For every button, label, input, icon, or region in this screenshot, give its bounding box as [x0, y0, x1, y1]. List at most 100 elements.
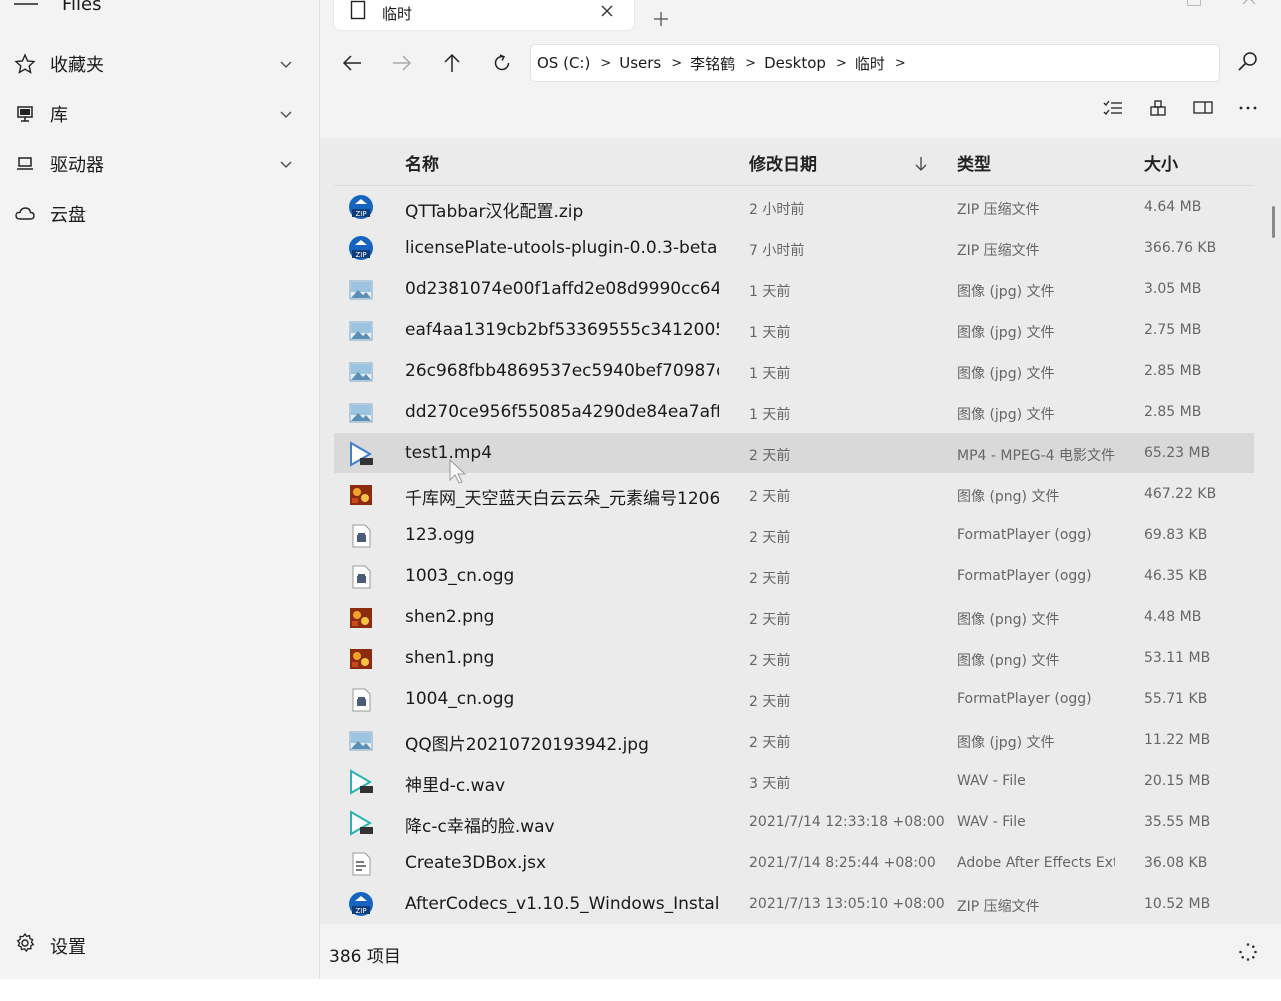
file-video-icon — [348, 441, 374, 467]
file-type: ZIP 压缩文件 — [957, 202, 1040, 218]
breadcrumb-item[interactable]: 李铭鹤 — [684, 53, 735, 74]
app-title: Files — [62, 0, 102, 15]
file-row[interactable]: Create3DBox.jsx 2021/7/14 8:25:44 +08:00 A… — [334, 843, 1254, 883]
file-size: 65.23 MB — [1144, 445, 1211, 461]
chevron-right-icon[interactable]: > — [661, 56, 684, 71]
hamburger-menu-icon[interactable] — [14, 0, 38, 10]
file-size: 467.22 KB — [1144, 486, 1217, 502]
file-name: 千库网_天空蓝天白云云朵_元素编号1206 — [405, 489, 719, 509]
file-type: 图像 (png) 文件 — [957, 612, 1060, 628]
sidebar-item-favorites[interactable]: 收藏夹 — [0, 42, 319, 86]
settings-label[interactable]: 设置 — [50, 933, 86, 959]
file-name: dd270ce956f55085a4290de84ea7aff4a98 — [405, 402, 719, 422]
file-size: 10.52 MB — [1144, 896, 1211, 912]
tab-current[interactable]: 临时 — [334, 0, 634, 30]
file-date: 1 天前 — [749, 284, 791, 300]
up-button[interactable] — [437, 48, 467, 78]
address-bar[interactable]: OS (C:) > Users > 李铭鹤 > Desktop > 临时 > — [530, 44, 1220, 82]
breadcrumb-item[interactable]: Users — [613, 54, 661, 72]
file-row[interactable]: 0d2381074e00f1affd2e08d9990cc64b053 1 天前 图… — [334, 269, 1254, 309]
maximize-icon[interactable] — [1187, 0, 1201, 6]
file-size: 46.35 KB — [1144, 568, 1208, 584]
close-tab-icon[interactable] — [600, 4, 614, 18]
file-row[interactable]: ZIP licensePlate-utools-plugin-0.0.3-beta… — [334, 228, 1254, 268]
file-date: 2 天前 — [749, 571, 791, 587]
multiselect-button[interactable] — [1101, 96, 1125, 120]
breadcrumb-item[interactable]: 临时 — [849, 53, 885, 74]
chevron-down-icon[interactable] — [278, 156, 294, 172]
file-size: 4.64 MB — [1144, 199, 1202, 215]
sidebar-item-label: 库 — [50, 105, 68, 126]
file-row[interactable]: 26c968fbb4869537ec5940bef70987d488 1 天前 图像… — [334, 351, 1254, 391]
file-type: ZIP 压缩文件 — [957, 243, 1040, 259]
file-row[interactable]: ZIP QTTabbar汉化配置.zip 2 小时前 ZIP 压缩文件 4.64 MB — [334, 187, 1254, 227]
file-row[interactable]: shen1.png 2 天前 图像 (png) 文件 53.11 MB — [334, 638, 1254, 678]
refresh-button[interactable] — [487, 48, 517, 78]
breadcrumb-item[interactable]: OS (C:) — [531, 54, 590, 72]
gear-icon[interactable] — [14, 932, 36, 954]
back-button[interactable] — [337, 48, 367, 78]
sidebar-item-drives[interactable]: 驱动器 — [0, 142, 319, 186]
tab-label: 临时 — [382, 5, 413, 23]
column-header-date[interactable]: 修改日期 — [749, 150, 817, 175]
main-pane: 临时 OS (C:) > Users > 李铭鹤 > Desktop > 临时 > 名称 … — [320, 0, 1281, 979]
sidebar-item-libraries[interactable]: 库 — [0, 92, 319, 136]
add-tab-icon[interactable] — [652, 10, 670, 28]
monitor-icon — [14, 103, 36, 125]
file-date: 2 天前 — [749, 735, 791, 751]
window-close-icon[interactable] — [1242, 0, 1256, 6]
svg-text:ZIP: ZIP — [355, 251, 366, 259]
column-header-type[interactable]: 类型 — [957, 150, 991, 175]
file-type: ZIP 压缩文件 — [957, 899, 1040, 915]
more-icon — [1239, 106, 1257, 110]
file-row[interactable]: eaf4aa1319cb2bf53369555c3412005096f 1 天前 图… — [334, 310, 1254, 350]
chevron-right-icon[interactable]: > — [885, 56, 908, 71]
svg-text:ZIP: ZIP — [355, 210, 366, 218]
file-row[interactable]: 降c-c幸福的脸.wav 2021/7/14 12:33:18 +08:00 WAV… — [334, 802, 1254, 842]
file-image-icon — [348, 277, 374, 303]
chevron-down-icon[interactable] — [278, 56, 294, 72]
sidebar-item-label: 云盘 — [50, 205, 86, 226]
forward-button[interactable] — [387, 48, 417, 78]
file-row[interactable]: ZIP AfterCodecs_v1.10.5_Windows_Installer… — [334, 884, 1254, 924]
sort-descending-icon[interactable] — [914, 156, 928, 172]
file-date: 1 天前 — [749, 407, 791, 423]
file-row[interactable]: 神里d-c.wav 3 天前 WAV - File 20.15 MB — [334, 761, 1254, 801]
chevron-right-icon[interactable]: > — [590, 56, 613, 71]
sidebar-item-label: 收藏夹 — [50, 55, 104, 76]
layout-button[interactable] — [1146, 96, 1170, 120]
file-ogg-icon — [348, 564, 374, 590]
more-options-button[interactable] — [1236, 96, 1260, 120]
file-date: 1 天前 — [749, 366, 791, 382]
file-row[interactable]: 1003_cn.ogg 2 天前 FormatPlayer (ogg) 46.35 K… — [334, 556, 1254, 596]
column-header-name[interactable]: 名称 — [405, 150, 439, 175]
sidebar: Files 收藏夹 库 驱动器 云盘 设置 — [0, 0, 320, 979]
file-row[interactable]: 千库网_天空蓝天白云云朵_元素编号1206 2 天前 图像 (png) 文件 467.… — [334, 474, 1254, 514]
file-ogg-icon — [348, 523, 374, 549]
file-row[interactable]: dd270ce956f55085a4290de84ea7aff4a98 1 天前 图… — [334, 392, 1254, 432]
file-row[interactable]: 123.ogg 2 天前 FormatPlayer (ogg) 69.83 KB — [334, 515, 1254, 555]
column-header-size[interactable]: 大小 — [1144, 150, 1178, 175]
file-row[interactable]: test1.mp4 2 天前 MP4 - MPEG-4 电影文件 65.23 MB — [334, 433, 1254, 473]
scrollbar-thumb[interactable] — [1272, 206, 1275, 238]
arrow-right-icon — [393, 55, 412, 71]
chevron-right-icon[interactable]: > — [735, 56, 758, 71]
loading-spinner-icon — [1239, 943, 1257, 961]
breadcrumb-item[interactable]: Desktop — [758, 54, 826, 72]
file-date: 2 小时前 — [749, 202, 805, 218]
item-count: 386 项目 — [329, 947, 401, 967]
chevron-down-icon[interactable] — [278, 106, 294, 122]
header-divider — [334, 185, 1254, 186]
file-name: Create3DBox.jsx — [405, 853, 547, 873]
file-name: 神里d-c.wav — [405, 776, 506, 796]
file-row[interactable]: QQ图片20210720193942.jpg 2 天前 图像 (jpg) 文件 11.… — [334, 720, 1254, 760]
file-size: 20.15 MB — [1144, 773, 1211, 789]
file-row[interactable]: shen2.png 2 天前 图像 (png) 文件 4.48 MB — [334, 597, 1254, 637]
sidebar-item-cloud[interactable]: 云盘 — [0, 192, 319, 236]
search-icon[interactable] — [1236, 50, 1260, 74]
file-row[interactable]: 1004_cn.ogg 2 天前 FormatPlayer (ogg) 55.71 K… — [334, 679, 1254, 719]
file-type: 图像 (jpg) 文件 — [957, 284, 1055, 300]
preview-pane-button[interactable] — [1191, 96, 1215, 120]
file-type: 图像 (png) 文件 — [957, 489, 1060, 505]
chevron-right-icon[interactable]: > — [826, 56, 849, 71]
